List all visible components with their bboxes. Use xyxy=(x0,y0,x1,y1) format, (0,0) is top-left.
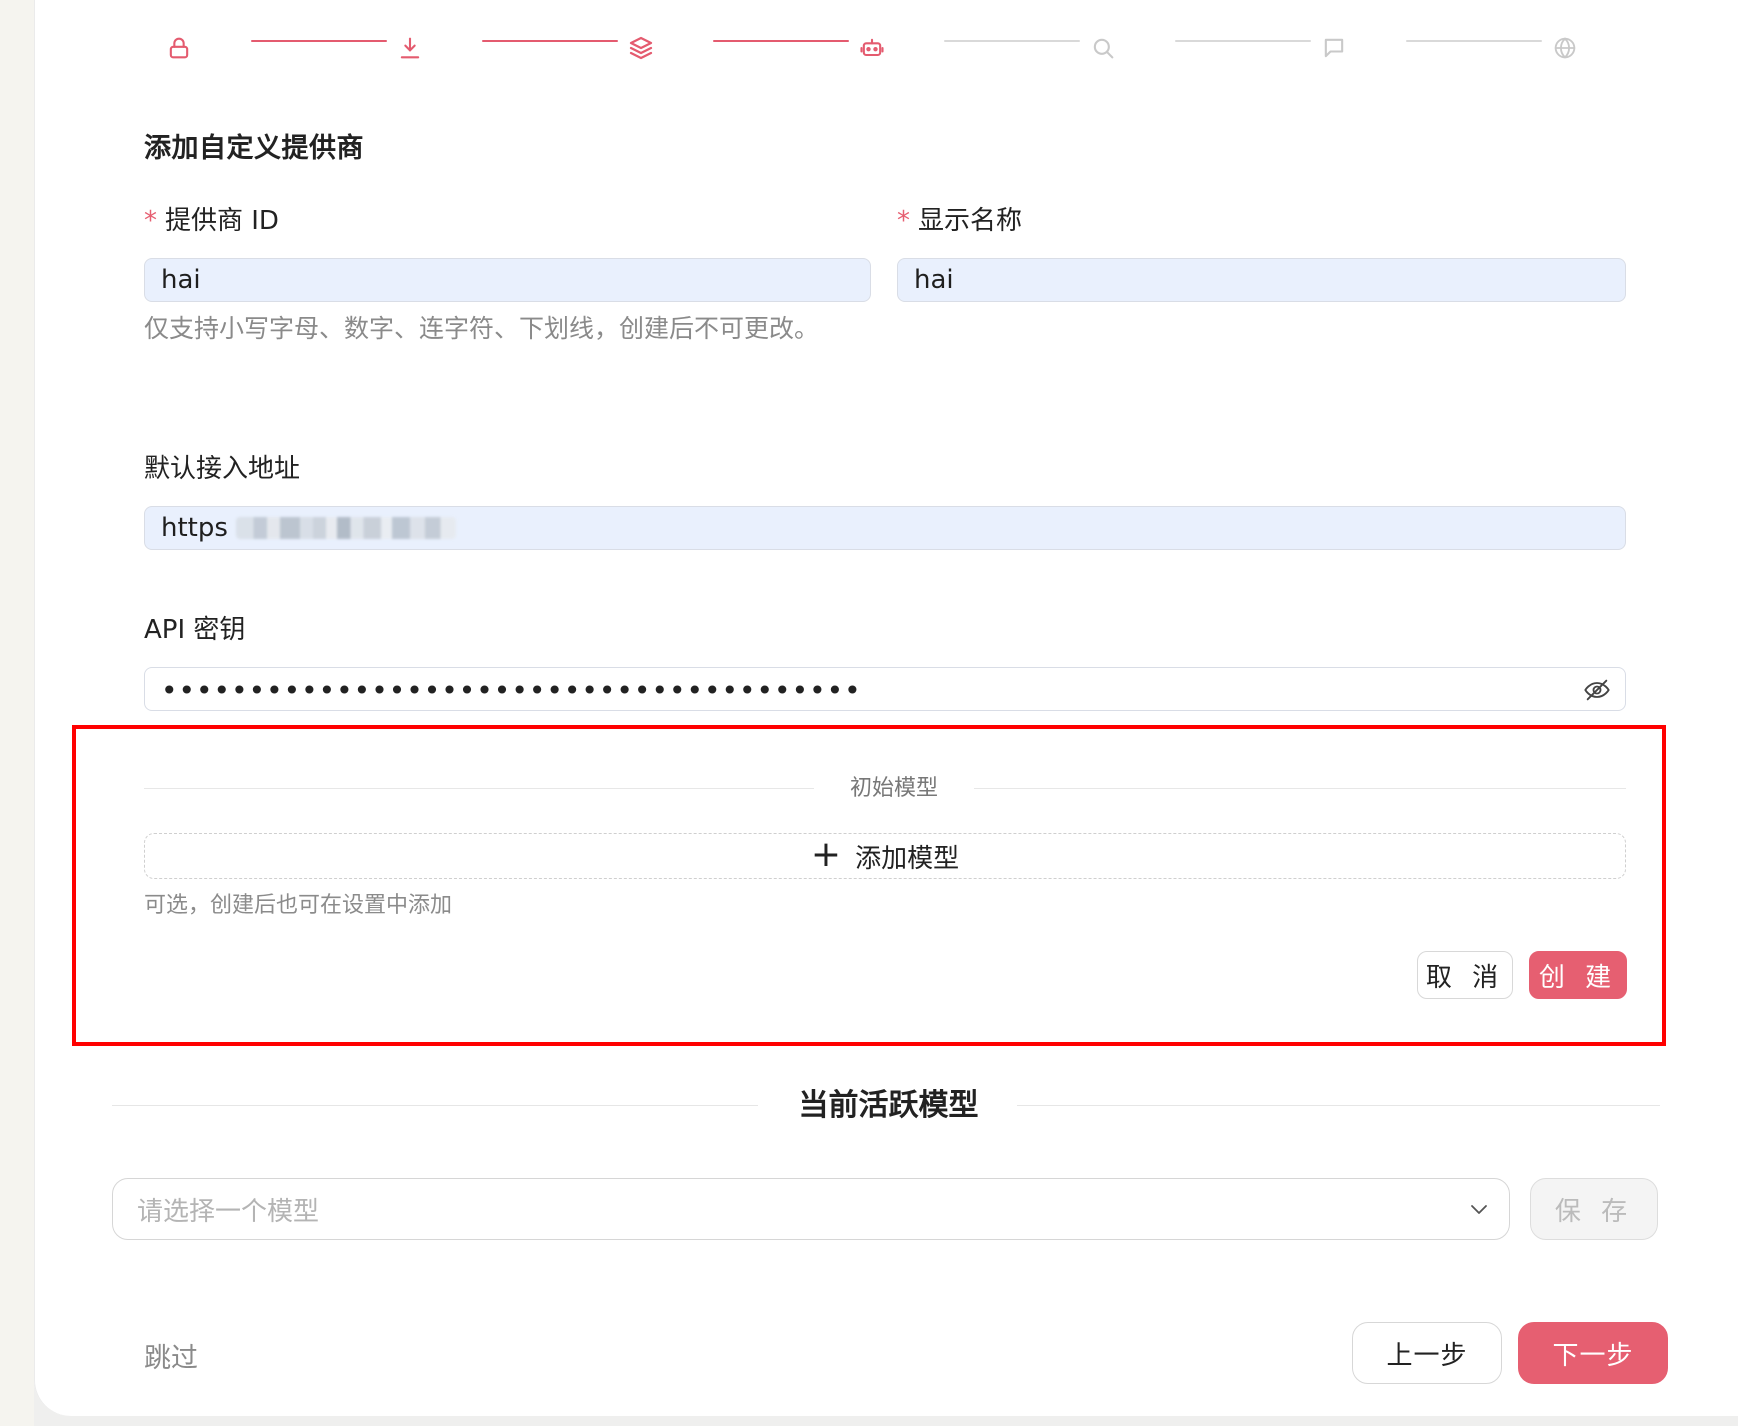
active-model-divider-right xyxy=(1017,1105,1660,1106)
chevron-down-icon[interactable] xyxy=(1467,1197,1491,1221)
step-connector-5 xyxy=(1175,40,1311,42)
api-key-masked-value: •••••••••••••••••••••••••••••••••••••••• xyxy=(161,674,862,707)
blurred-url-text xyxy=(235,517,456,539)
api-key-input[interactable]: •••••••••••••••••••••••••••••••••••••••• xyxy=(144,667,1626,711)
provider-id-label: * 提供商 ID xyxy=(144,200,279,237)
provider-id-label-text: 提供商 ID xyxy=(165,206,279,236)
stepper xyxy=(159,28,1639,78)
step-connector-2 xyxy=(482,40,618,42)
base-url-value-prefix: https xyxy=(161,513,228,543)
provider-id-input[interactable]: hai xyxy=(144,258,871,302)
model-select[interactable]: 请选择一个模型 xyxy=(112,1178,1510,1240)
highlight-box xyxy=(72,725,1666,1046)
display-name-label: * 显示名称 xyxy=(897,200,1022,237)
download-icon[interactable] xyxy=(390,28,430,68)
active-model-divider-left xyxy=(112,1105,758,1106)
left-strip xyxy=(0,0,34,1426)
model-select-placeholder: 请选择一个模型 xyxy=(137,1196,320,1227)
previous-step-button[interactable]: 上一步 xyxy=(1352,1322,1502,1384)
skip-link[interactable]: 跳过 xyxy=(144,1336,198,1375)
display-name-input[interactable]: hai xyxy=(897,258,1626,302)
display-name-label-text: 显示名称 xyxy=(918,206,1023,236)
save-button[interactable]: 保 存 xyxy=(1530,1178,1658,1240)
main-panel: 添加自定义提供商 * 提供商 ID hai 仅支持小写字母、数字、连字符、下划线，… xyxy=(34,0,1738,1416)
active-model-title: 当前活跃模型 xyxy=(798,1088,979,1123)
api-key-label: API 密钥 xyxy=(144,615,246,645)
active-model-section-header: 当前活跃模型 xyxy=(112,1086,1660,1126)
globe-icon[interactable] xyxy=(1545,28,1585,68)
chat-icon[interactable] xyxy=(1314,28,1354,68)
step-connector-1 xyxy=(251,40,387,42)
step-connector-4 xyxy=(944,40,1080,42)
step-connector-6 xyxy=(1406,40,1542,42)
page-title: 添加自定义提供商 xyxy=(144,133,364,164)
next-step-button[interactable]: 下一步 xyxy=(1518,1322,1668,1384)
provider-id-hint: 仅支持小写字母、数字、连字符、下划线，创建后不可更改。 xyxy=(144,314,820,343)
display-name-required-mark: * xyxy=(897,206,910,236)
window: 添加自定义提供商 * 提供商 ID hai 仅支持小写字母、数字、连字符、下划线，… xyxy=(0,0,1738,1426)
base-url-input[interactable]: https xyxy=(144,506,1626,550)
lock-icon[interactable] xyxy=(159,28,199,68)
layers-icon[interactable] xyxy=(621,28,661,68)
robot-icon[interactable] xyxy=(852,28,892,68)
provider-id-required-mark: * xyxy=(144,206,157,236)
search-icon[interactable] xyxy=(1083,28,1123,68)
display-name-value: hai xyxy=(914,265,954,295)
base-url-label: 默认接入地址 xyxy=(144,454,301,484)
eye-off-icon[interactable] xyxy=(1583,676,1611,704)
step-connector-3 xyxy=(713,40,849,42)
provider-id-value: hai xyxy=(161,265,201,295)
